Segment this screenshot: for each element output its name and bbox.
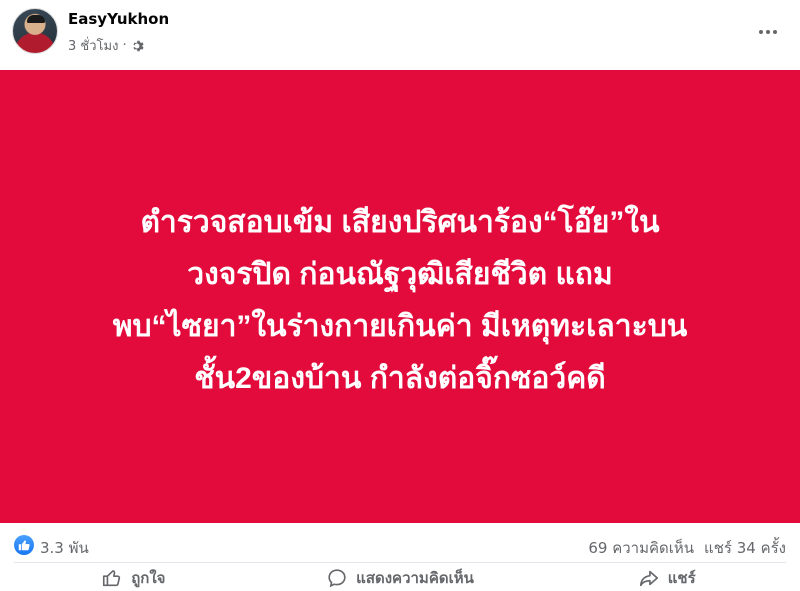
share-button[interactable]: แชร์ — [533, 565, 800, 591]
share-label: แชร์ — [667, 569, 696, 587]
post-time[interactable]: 3 ชั่วโมง — [68, 35, 118, 56]
comment-count[interactable]: 69 ความคิดเห็น — [588, 536, 694, 560]
comment-label: แสดงความคิดเห็น — [356, 569, 474, 587]
thumbs-up-icon — [103, 570, 121, 587]
post-header: EasyYukhon 3 ชั่วโมง · — [0, 0, 800, 70]
avatar[interactable] — [12, 8, 58, 54]
like-button[interactable]: ถูกใจ — [0, 565, 267, 591]
comment-icon — [328, 569, 346, 588]
like-label: ถูกใจ — [131, 569, 166, 587]
gear-icon[interactable] — [131, 39, 145, 53]
post-meta: 3 ชั่วโมง · — [68, 35, 145, 56]
divider — [14, 562, 786, 563]
share-count[interactable]: แชร์ 34 ครั้ง — [704, 536, 786, 560]
engagement-stats: 69 ความคิดเห็น แชร์ 34 ครั้ง — [588, 536, 786, 560]
card-text: ตำรวจสอบเข้ม เสียงปริศนาร้อง“โอ๊ย”ใน วงจ… — [112, 205, 688, 395]
meta-separator: · — [122, 38, 127, 53]
share-icon — [639, 570, 658, 587]
reaction-count[interactable]: 3.3 พัน — [40, 536, 89, 560]
like-reaction-icon[interactable] — [14, 535, 34, 555]
author-name[interactable]: EasyYukhon — [68, 10, 169, 28]
action-bar: ถูกใจ แสดงความคิดเห็น แชร์ — [0, 565, 800, 591]
comment-button[interactable]: แสดงความคิดเห็น — [267, 565, 534, 591]
text-card[interactable]: ตำรวจสอบเข้ม เสียงปริศนาร้อง“โอ๊ย”ใน วงจ… — [0, 70, 800, 523]
more-dots-icon[interactable] — [756, 20, 780, 44]
post-stats: 3.3 พัน 69 ความคิดเห็น แชร์ 34 ครั้ง — [0, 523, 800, 565]
